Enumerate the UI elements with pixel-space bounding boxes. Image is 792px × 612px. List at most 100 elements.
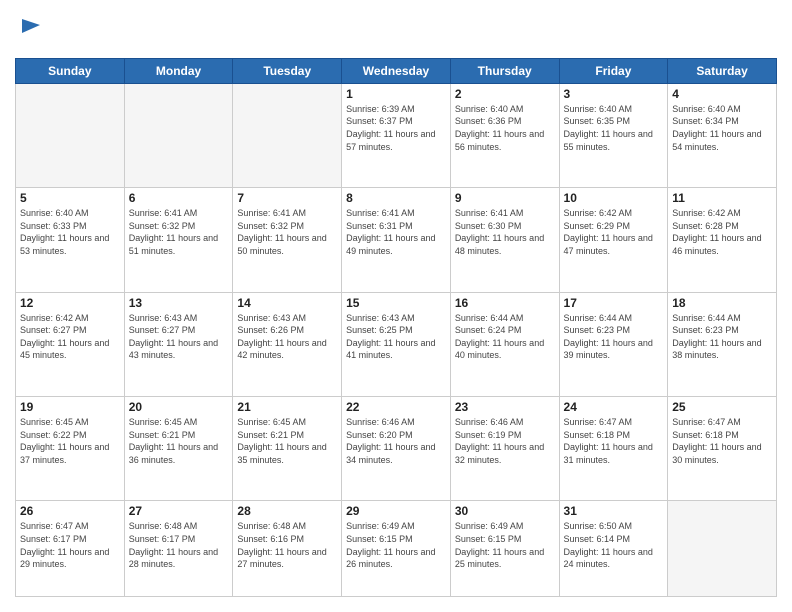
calendar-cell: 10Sunrise: 6:42 AMSunset: 6:29 PMDayligh… [559, 188, 668, 292]
day-info: Sunrise: 6:46 AMSunset: 6:19 PMDaylight:… [455, 416, 555, 466]
day-number: 9 [455, 191, 555, 205]
day-number: 3 [564, 87, 664, 101]
calendar-cell: 7 Sunrise: 6:41 AMSunset: 6:32 PMDaylight… [233, 188, 342, 292]
day-number: 17 [564, 296, 664, 310]
day-number: 12 [20, 296, 120, 310]
calendar-cell: 3 Sunrise: 6:40 AMSunset: 6:35 PMDaylight… [559, 83, 668, 187]
page: SundayMondayTuesdayWednesdayThursdayFrid… [0, 0, 792, 612]
calendar-cell: 9 Sunrise: 6:41 AMSunset: 6:30 PMDaylight… [450, 188, 559, 292]
day-number: 5 [20, 191, 120, 205]
day-number: 11 [672, 191, 772, 205]
calendar-table: SundayMondayTuesdayWednesdayThursdayFrid… [15, 58, 777, 597]
calendar-cell: 26 Sunrise: 6:47 AMSunset: 6:17 PMDayligh… [16, 501, 125, 597]
day-info: Sunrise: 6:45 AMSunset: 6:22 PMDaylight:… [20, 416, 120, 466]
day-info: Sunrise: 6:45 AMSunset: 6:21 PMDaylight:… [129, 416, 229, 466]
calendar-cell: 17 Sunrise: 6:44 AMSunset: 6:23 PMDayligh… [559, 292, 668, 396]
day-of-week-sunday: Sunday [16, 58, 125, 83]
day-of-week-saturday: Saturday [668, 58, 777, 83]
day-info: Sunrise: 6:48 AMSunset: 6:17 PMDaylight:… [129, 520, 229, 570]
day-info: Sunrise: 6:43 AMSunset: 6:27 PMDaylight:… [129, 312, 229, 362]
day-info: Sunrise: 6:47 AMSunset: 6:18 PMDaylight:… [672, 416, 772, 466]
calendar-cell: 11 Sunrise: 6:42 AMSunset: 6:28 PMDayligh… [668, 188, 777, 292]
day-number: 6 [129, 191, 229, 205]
calendar-cell [124, 83, 233, 187]
day-info: Sunrise: 6:49 AMSunset: 6:15 PMDaylight:… [455, 520, 555, 570]
calendar-cell: 18Sunrise: 6:44 AMSunset: 6:23 PMDayligh… [668, 292, 777, 396]
day-info: Sunrise: 6:42 AMSunset: 6:27 PMDaylight:… [20, 312, 120, 362]
day-number: 24 [564, 400, 664, 414]
day-info: Sunrise: 6:41 AMSunset: 6:32 PMDaylight:… [129, 207, 229, 257]
day-of-week-thursday: Thursday [450, 58, 559, 83]
calendar-week-row: 1Sunrise: 6:39 AMSunset: 6:37 PMDaylight… [16, 83, 777, 187]
day-info: Sunrise: 6:50 AMSunset: 6:14 PMDaylight:… [564, 520, 664, 570]
day-info: Sunrise: 6:42 AMSunset: 6:28 PMDaylight:… [672, 207, 772, 257]
calendar-cell [668, 501, 777, 597]
day-number: 15 [346, 296, 446, 310]
day-number: 20 [129, 400, 229, 414]
day-info: Sunrise: 6:41 AMSunset: 6:30 PMDaylight:… [455, 207, 555, 257]
calendar-cell: 28 Sunrise: 6:48 AMSunset: 6:16 PMDayligh… [233, 501, 342, 597]
calendar-cell: 27 Sunrise: 6:48 AMSunset: 6:17 PMDayligh… [124, 501, 233, 597]
calendar-week-row: 12 Sunrise: 6:42 AMSunset: 6:27 PMDayligh… [16, 292, 777, 396]
calendar-cell: 1Sunrise: 6:39 AMSunset: 6:37 PMDaylight… [342, 83, 451, 187]
day-of-week-friday: Friday [559, 58, 668, 83]
calendar-cell: 24 Sunrise: 6:47 AMSunset: 6:18 PMDayligh… [559, 397, 668, 501]
calendar-cell: 12 Sunrise: 6:42 AMSunset: 6:27 PMDayligh… [16, 292, 125, 396]
day-number: 27 [129, 504, 229, 518]
day-info: Sunrise: 6:40 AMSunset: 6:35 PMDaylight:… [564, 103, 664, 153]
day-number: 7 [237, 191, 337, 205]
day-of-week-monday: Monday [124, 58, 233, 83]
day-info: Sunrise: 6:47 AMSunset: 6:18 PMDaylight:… [564, 416, 664, 466]
day-number: 14 [237, 296, 337, 310]
day-number: 13 [129, 296, 229, 310]
day-number: 28 [237, 504, 337, 518]
calendar-cell: 23 Sunrise: 6:46 AMSunset: 6:19 PMDayligh… [450, 397, 559, 501]
day-info: Sunrise: 6:41 AMSunset: 6:32 PMDaylight:… [237, 207, 337, 257]
day-number: 23 [455, 400, 555, 414]
calendar-week-row: 26 Sunrise: 6:47 AMSunset: 6:17 PMDayligh… [16, 501, 777, 597]
calendar-cell: 5 Sunrise: 6:40 AMSunset: 6:33 PMDaylight… [16, 188, 125, 292]
calendar-cell: 22 Sunrise: 6:46 AMSunset: 6:20 PMDayligh… [342, 397, 451, 501]
day-info: Sunrise: 6:40 AMSunset: 6:33 PMDaylight:… [20, 207, 120, 257]
day-number: 18 [672, 296, 772, 310]
header [15, 15, 777, 48]
day-info: Sunrise: 6:49 AMSunset: 6:15 PMDaylight:… [346, 520, 446, 570]
calendar-cell: 21 Sunrise: 6:45 AMSunset: 6:21 PMDayligh… [233, 397, 342, 501]
day-info: Sunrise: 6:46 AMSunset: 6:20 PMDaylight:… [346, 416, 446, 466]
day-number: 16 [455, 296, 555, 310]
day-info: Sunrise: 6:45 AMSunset: 6:21 PMDaylight:… [237, 416, 337, 466]
day-number: 22 [346, 400, 446, 414]
day-number: 4 [672, 87, 772, 101]
calendar-cell: 16 Sunrise: 6:44 AMSunset: 6:24 PMDayligh… [450, 292, 559, 396]
calendar-header-row: SundayMondayTuesdayWednesdayThursdayFrid… [16, 58, 777, 83]
day-info: Sunrise: 6:40 AMSunset: 6:36 PMDaylight:… [455, 103, 555, 153]
day-info: Sunrise: 6:43 AMSunset: 6:25 PMDaylight:… [346, 312, 446, 362]
day-number: 30 [455, 504, 555, 518]
calendar-cell: 31 Sunrise: 6:50 AMSunset: 6:14 PMDayligh… [559, 501, 668, 597]
day-info: Sunrise: 6:47 AMSunset: 6:17 PMDaylight:… [20, 520, 120, 570]
day-number: 21 [237, 400, 337, 414]
day-info: Sunrise: 6:48 AMSunset: 6:16 PMDaylight:… [237, 520, 337, 570]
calendar-cell: 4 Sunrise: 6:40 AMSunset: 6:34 PMDaylight… [668, 83, 777, 187]
day-number: 19 [20, 400, 120, 414]
calendar-cell: 14Sunrise: 6:43 AMSunset: 6:26 PMDayligh… [233, 292, 342, 396]
calendar-cell: 25 Sunrise: 6:47 AMSunset: 6:18 PMDayligh… [668, 397, 777, 501]
day-number: 31 [564, 504, 664, 518]
day-number: 26 [20, 504, 120, 518]
day-number: 29 [346, 504, 446, 518]
logo [15, 15, 46, 48]
day-info: Sunrise: 6:39 AMSunset: 6:37 PMDaylight:… [346, 103, 446, 153]
calendar-week-row: 19 Sunrise: 6:45 AMSunset: 6:22 PMDayligh… [16, 397, 777, 501]
calendar-cell: 29 Sunrise: 6:49 AMSunset: 6:15 PMDayligh… [342, 501, 451, 597]
day-info: Sunrise: 6:44 AMSunset: 6:24 PMDaylight:… [455, 312, 555, 362]
day-info: Sunrise: 6:44 AMSunset: 6:23 PMDaylight:… [564, 312, 664, 362]
day-number: 25 [672, 400, 772, 414]
day-number: 2 [455, 87, 555, 101]
day-info: Sunrise: 6:40 AMSunset: 6:34 PMDaylight:… [672, 103, 772, 153]
day-number: 8 [346, 191, 446, 205]
calendar-cell: 13 Sunrise: 6:43 AMSunset: 6:27 PMDayligh… [124, 292, 233, 396]
calendar-cell: 15 Sunrise: 6:43 AMSunset: 6:25 PMDayligh… [342, 292, 451, 396]
day-info: Sunrise: 6:42 AMSunset: 6:29 PMDaylight:… [564, 207, 664, 257]
day-info: Sunrise: 6:41 AMSunset: 6:31 PMDaylight:… [346, 207, 446, 257]
logo-flag-icon [18, 15, 46, 43]
